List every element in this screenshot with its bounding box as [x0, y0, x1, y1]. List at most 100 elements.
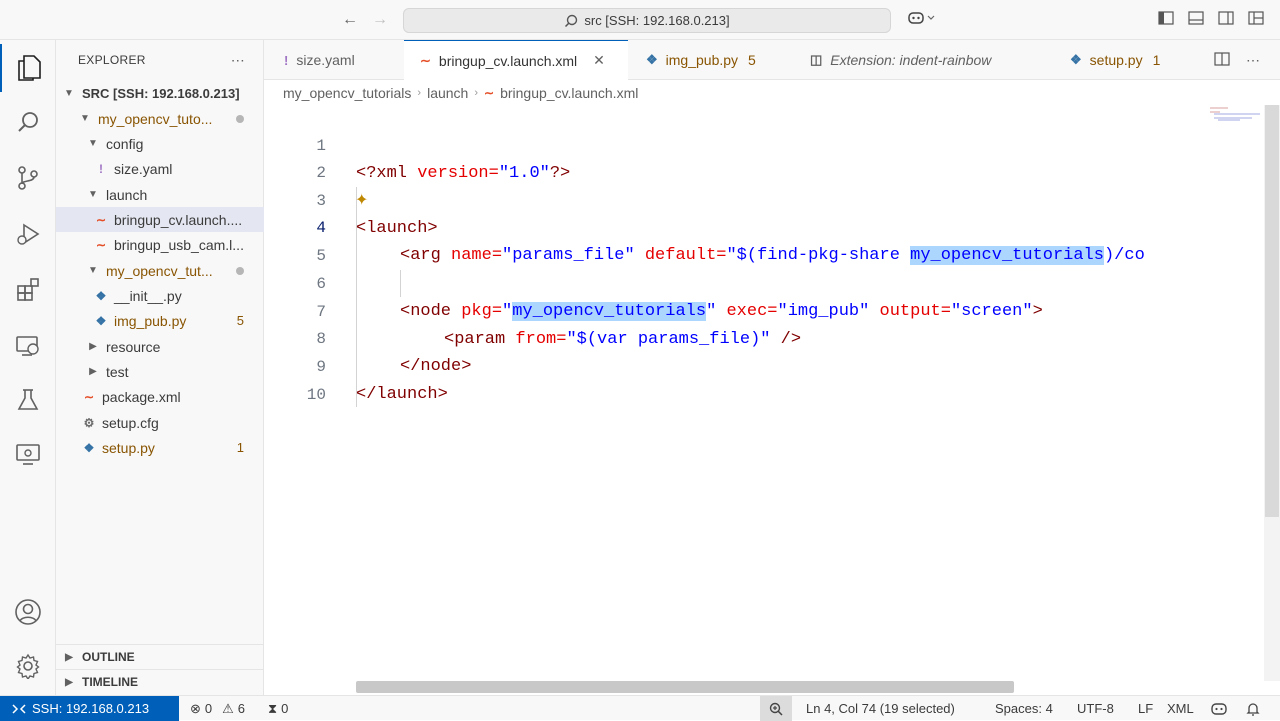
problems-indicator[interactable]: ⊗ 0 ⚠ 6	[190, 696, 245, 721]
tab-img-pub[interactable]: ❖ img_pub.py 5	[630, 40, 790, 80]
horizontal-scrollbar[interactable]	[356, 681, 1014, 693]
toggle-secondary-sidebar-icon[interactable]	[1216, 10, 1236, 30]
ports-indicator[interactable]: ⧗ 0	[268, 696, 288, 721]
tree-folder-config[interactable]: ▼ config	[56, 131, 264, 156]
sidebar-header: EXPLORER ⋯	[56, 40, 263, 80]
rss-xml-icon: ∼	[484, 86, 495, 100]
indentation-label: Spaces: 4	[995, 701, 1053, 716]
zoom-icon[interactable]	[760, 696, 792, 721]
cursor-position[interactable]: Ln 4, Col 74 (19 selected)	[806, 696, 955, 721]
tree-label: setup.py	[102, 439, 155, 456]
problem-count-badge: 5	[236, 313, 244, 328]
vertical-scrollbar[interactable]	[1265, 105, 1279, 517]
code-line: 9 </launch>	[264, 327, 1204, 404]
yaml-file-icon: !	[99, 161, 103, 176]
toggle-sidebar-icon[interactable]	[1156, 10, 1176, 30]
code-editor[interactable]: 1 <?xml version="1.0"?> 2 3 <launch> 4 <…	[264, 105, 1204, 681]
chevron-right-icon: ▶	[65, 676, 73, 688]
breadcrumb: my_opencv_tutorials › launch › ∼ bringup…	[283, 82, 638, 104]
run-debug-icon[interactable]	[0, 210, 56, 258]
end-of-line[interactable]: LF	[1138, 696, 1153, 721]
search-icon[interactable]	[0, 98, 56, 146]
rss-xml-icon: ∼	[420, 52, 431, 68]
tree-file-setup-py[interactable]: ❖ setup.py 1	[56, 435, 264, 460]
indentation[interactable]: Spaces: 4	[995, 696, 1053, 721]
python-file-icon: ❖	[95, 288, 107, 303]
tree-file-bringup-usb-cam[interactable]: ∼ bringup_usb_cam.l...	[56, 232, 264, 257]
problem-count-badge: 5	[748, 52, 756, 68]
tree-label: launch	[106, 186, 148, 203]
remote-explorer-icon[interactable]	[0, 322, 56, 370]
yaml-file-icon: !	[284, 52, 289, 68]
source-control-icon[interactable]	[0, 154, 56, 202]
tab-label: Extension: indent-rainbow	[830, 52, 992, 68]
encoding-label: UTF-8	[1077, 701, 1114, 716]
tree-file-package-xml[interactable]: ∼ package.xml	[56, 384, 264, 409]
close-icon[interactable]: ✕	[593, 52, 605, 69]
tab-bringup-cv-launch[interactable]: ∼ bringup_cv.launch.xml ✕	[404, 40, 628, 80]
language-mode[interactable]: XML	[1167, 696, 1194, 721]
tree-file-size-yaml[interactable]: ! size.yaml	[56, 156, 264, 181]
command-center[interactable]: src [SSH: 192.168.0.213]	[403, 8, 891, 33]
toggle-panel-icon[interactable]	[1186, 10, 1206, 30]
arrow-left-icon[interactable]: ←	[340, 10, 360, 30]
tree-file-init-py[interactable]: ❖ __init__.py	[56, 283, 264, 308]
tab-size-yaml[interactable]: ! size.yaml	[264, 40, 402, 80]
rss-xml-icon: ∼	[83, 389, 95, 404]
outline-section[interactable]: ▶ OUTLINE	[56, 644, 264, 669]
code-line: 8 </node>	[264, 299, 1204, 376]
line-number: 10	[306, 386, 326, 404]
breadcrumb-item[interactable]: bringup_cv.launch.xml	[500, 85, 638, 101]
tree-folder-resource[interactable]: ▶ resource	[56, 334, 264, 359]
code-line: 1 <?xml version="1.0"?>	[264, 106, 1204, 183]
python-file-icon: ❖	[83, 440, 95, 455]
customize-layout-icon[interactable]	[1246, 10, 1266, 30]
testing-icon[interactable]	[0, 376, 56, 424]
tree-file-img-pub-py[interactable]: ❖ img_pub.py 5	[56, 308, 264, 333]
ports-icon[interactable]	[0, 430, 56, 478]
explorer-icon[interactable]	[0, 44, 56, 92]
editor-tabs: ! size.yaml ∼ bringup_cv.launch.xml ✕ ❖ …	[264, 40, 1280, 80]
title-bar: ← → src [SSH: 192.168.0.213]	[0, 0, 1280, 40]
chevron-right-icon: ›	[417, 87, 422, 99]
error-icon: ⊗	[190, 700, 201, 716]
tree-label: config	[106, 135, 144, 152]
modified-dot	[236, 266, 244, 275]
tab-extension-indent-rainbow[interactable]: ◫ Extension: indent-rainbow	[792, 40, 1042, 80]
breadcrumb-item[interactable]: my_opencv_tutorials	[283, 85, 411, 101]
copilot-status-icon[interactable]	[1211, 696, 1227, 721]
tree-label: test	[106, 363, 129, 380]
tree-file-setup-cfg[interactable]: ⚙ setup.cfg	[56, 410, 264, 435]
timeline-section[interactable]: ▶ TIMELINE	[56, 669, 264, 694]
breadcrumb-item[interactable]: launch	[427, 85, 468, 101]
chevron-right-icon: ›	[474, 87, 479, 99]
remote-indicator[interactable]: SSH: 192.168.0.213	[0, 696, 179, 721]
extensions-icon[interactable]	[0, 266, 56, 314]
encoding[interactable]: UTF-8	[1077, 696, 1114, 721]
workspace-root[interactable]: ▼ SRC [SSH: 192.168.0.213]	[56, 81, 264, 106]
more-actions-icon[interactable]: ⋯	[1246, 52, 1260, 69]
rss-xml-icon: ∼	[95, 212, 107, 227]
error-count: 0	[204, 701, 213, 716]
bell-icon[interactable]	[1246, 696, 1260, 721]
tree-folder-my-opencv-tutorials[interactable]: ▼ my_opencv_tuto...	[56, 106, 264, 131]
tab-setup-py[interactable]: ❖ setup.py 1	[1054, 40, 1184, 80]
tree-folder-test[interactable]: ▶ test	[56, 359, 264, 384]
tree-folder-my-opencv-tut[interactable]: ▼ my_opencv_tut...	[56, 258, 264, 283]
account-icon[interactable]	[0, 588, 56, 636]
more-actions-icon[interactable]: ⋯	[231, 52, 245, 69]
sparkle-icon[interactable]: ✦	[355, 190, 368, 210]
tree-file-bringup-cv-launch[interactable]: ∼ bringup_cv.launch....	[56, 207, 264, 232]
split-editor-icon[interactable]	[1214, 52, 1230, 69]
minimap[interactable]	[1204, 105, 1264, 681]
command-center-label: src [SSH: 192.168.0.213]	[584, 13, 730, 28]
copilot-icon[interactable]	[906, 10, 938, 30]
tree-folder-launch[interactable]: ▼ launch	[56, 182, 264, 207]
gear-icon[interactable]	[0, 642, 56, 690]
code-line: 2	[264, 133, 1204, 182]
code-line: 5	[264, 216, 1204, 265]
tree-label: __init__.py	[114, 287, 182, 304]
tree-label: my_opencv_tuto...	[98, 110, 213, 127]
arrow-right-icon[interactable]: →	[370, 10, 390, 30]
sidebar-title: EXPLORER	[78, 53, 146, 67]
